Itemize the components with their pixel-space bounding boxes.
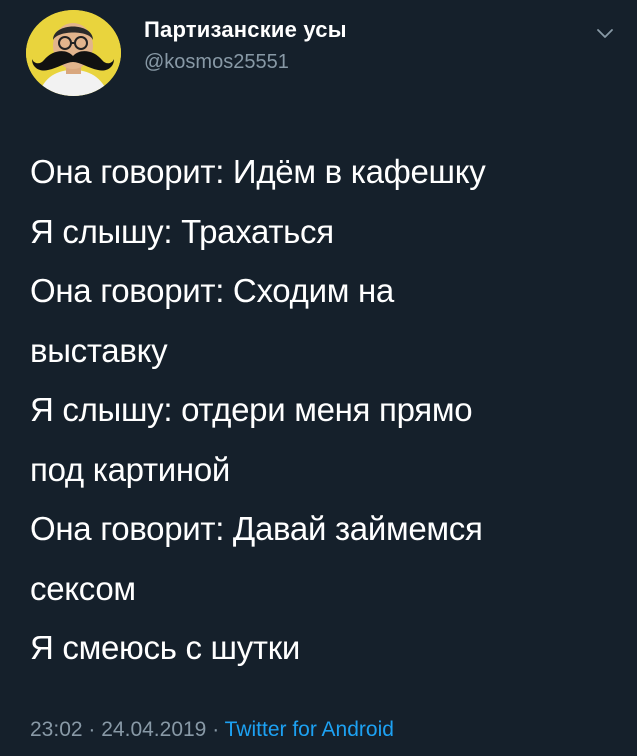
tweet-meta: 23:02 · 24.04.2019 · Twitter for Android xyxy=(30,716,394,744)
tweet-line: под картиной xyxy=(30,450,231,488)
tweet-line: Я слышу: Трахаться xyxy=(30,212,334,250)
avatar-mustache-icon xyxy=(26,10,121,96)
tweet-line: Я смеюсь с шутки xyxy=(30,629,300,666)
tweet-date[interactable]: 24.04.2019 xyxy=(101,718,206,741)
avatar[interactable] xyxy=(26,10,121,96)
meta-separator: · xyxy=(212,718,220,741)
tweet-line: Она говорит: Давай займемся xyxy=(30,510,483,547)
tweet-line: выставку xyxy=(30,331,168,369)
meta-separator: · xyxy=(88,718,96,741)
tweet-line: Я слышу: отдери меня прямо xyxy=(30,391,473,428)
author-display-name[interactable]: Партизанские усы xyxy=(144,16,347,44)
tweet-line: Она говорит: Сходим на xyxy=(30,272,394,309)
tweet-text: Она говорит: Идём в кафешку Я слышу: Тра… xyxy=(30,142,620,678)
tweet-source-link[interactable]: Twitter for Android xyxy=(225,718,394,741)
author-handle[interactable]: @kosmos25551 xyxy=(144,48,347,76)
chevron-down-icon[interactable] xyxy=(594,22,616,44)
tweet-time[interactable]: 23:02 xyxy=(30,718,83,741)
tweet-line: Она говорит: Идём в кафешку xyxy=(30,153,486,190)
author-block[interactable]: Партизанские усы @kosmos25551 xyxy=(144,16,347,76)
tweet-line: сексом xyxy=(30,569,136,607)
tweet-header: Партизанские усы @kosmos25551 xyxy=(26,6,616,98)
